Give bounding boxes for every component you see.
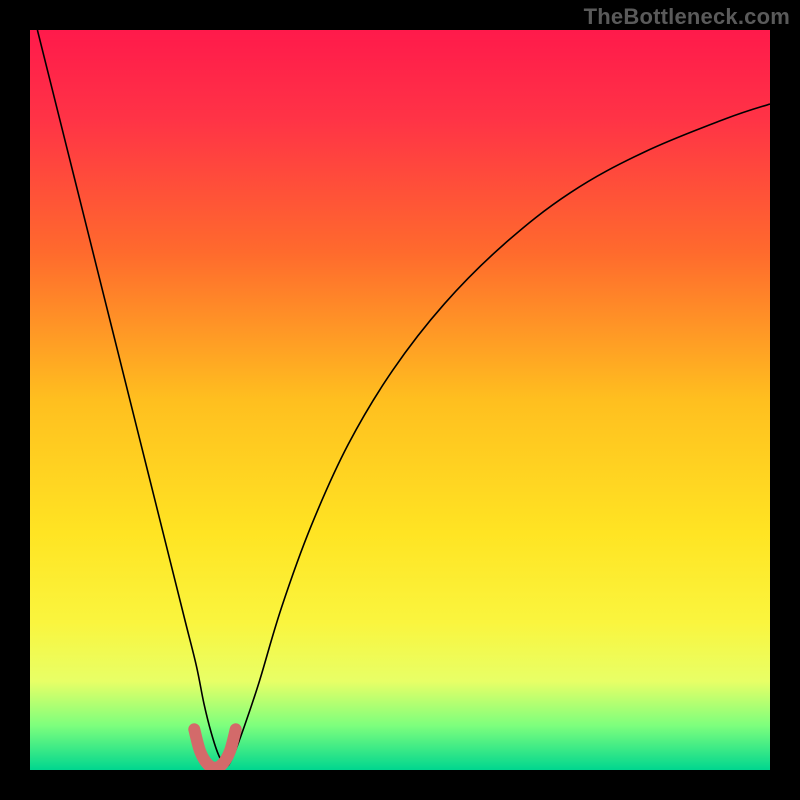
chart-frame: TheBottleneck.com: [0, 0, 800, 800]
watermark-text: TheBottleneck.com: [584, 4, 790, 30]
background-gradient: [30, 30, 770, 770]
plot-area: [30, 30, 770, 770]
